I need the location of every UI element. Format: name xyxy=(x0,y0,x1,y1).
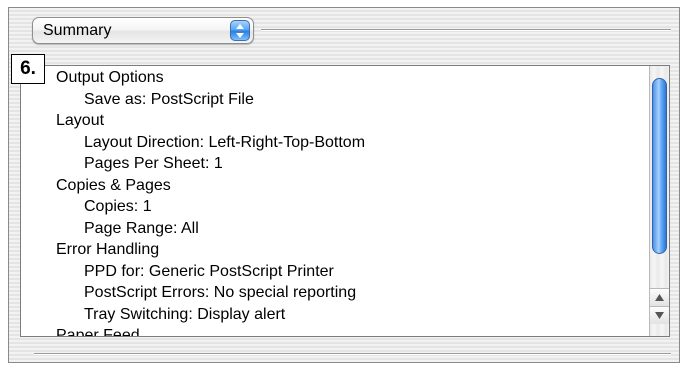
summary-text-area: Output Options Save as: PostScript File La… xyxy=(56,67,643,337)
popup-selected-label: Summary xyxy=(43,22,112,39)
summary-popup-button[interactable]: Summary xyxy=(32,17,254,44)
summary-detail-line: Copies: 1 xyxy=(84,198,152,215)
summary-section-heading: Output Options xyxy=(56,69,164,86)
summary-section-heading: Layout xyxy=(56,112,105,129)
vertical-scrollbar[interactable] xyxy=(649,66,669,336)
summary-detail-line: PostScript Errors: No special reporting xyxy=(84,284,357,301)
summary-detail-line: PPD for: Generic PostScript Printer xyxy=(84,262,334,280)
step-number-label: 6. xyxy=(11,54,45,84)
summary-detail-line: Tray Switching: Display alert xyxy=(84,305,286,323)
summary-section-heading: Paper Feed xyxy=(56,327,140,337)
summary-detail-line: Page Range: All xyxy=(84,219,199,237)
summary-section-heading: Error Handling xyxy=(56,241,160,258)
scroll-down-arrow-icon[interactable] xyxy=(650,306,669,324)
popup-arrows-icon xyxy=(230,20,250,41)
summary-list[interactable]: Output Options Save as: PostScript File La… xyxy=(20,65,670,337)
summary-section-heading: Copies & Pages xyxy=(56,176,171,194)
scroll-up-arrow-icon[interactable] xyxy=(650,288,669,306)
group-divider-top xyxy=(261,29,671,31)
summary-detail-line: Save as: PostScript File xyxy=(84,90,254,108)
summary-detail-line: Layout Direction: Left-Right-Top-Bottom xyxy=(84,133,366,151)
scroll-thumb[interactable] xyxy=(652,78,667,254)
print-dialog-panel: Summary Output Options Save as: PostScrip… xyxy=(8,7,680,363)
summary-detail-line: Pages Per Sheet: 1 xyxy=(84,155,223,172)
group-divider-bottom xyxy=(34,353,671,355)
